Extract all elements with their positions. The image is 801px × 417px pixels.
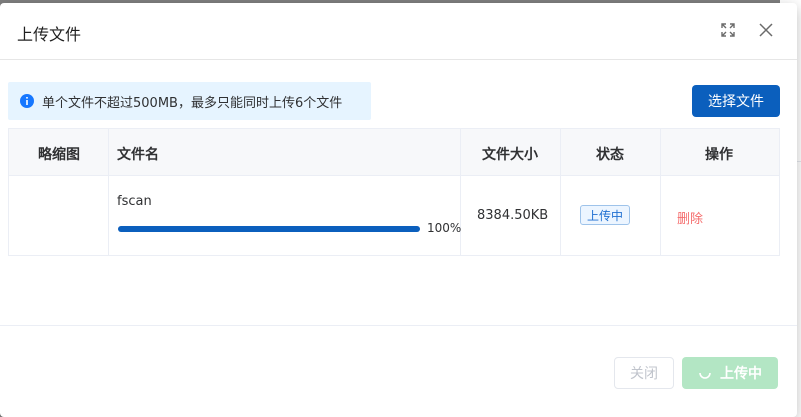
column-divider [560,129,561,255]
dialog-header: 上传文件 [0,3,797,60]
upload-button[interactable]: 上传中 [682,357,778,389]
close-button[interactable]: 关闭 [614,357,674,389]
upload-button-label: 上传中 [720,366,762,382]
file-size: 8384.50KB [477,208,549,223]
table-header: 略缩图 文件名 文件大小 状态 操作 [9,129,779,176]
info-icon [20,94,34,108]
choose-file-button[interactable]: 选择文件 [692,85,780,117]
close-icon[interactable] [757,21,775,39]
header-status: 状态 [596,147,624,163]
column-divider [460,129,461,255]
column-divider [108,129,109,255]
upload-dialog: 上传文件 单个文件不超过500MB，最多只能同时上传6个文件 选择文件 略缩图 … [0,3,797,417]
upload-notice: 单个文件不超过500MB，最多只能同时上传6个文件 [8,82,371,120]
column-divider [660,129,661,255]
fullscreen-icon[interactable] [719,21,737,39]
status-badge: 上传中 [580,205,630,225]
header-actions: 操作 [705,147,733,163]
upload-progress-bar [118,226,420,232]
upload-progress-fill [118,226,420,232]
header-file-name: 文件名 [117,147,159,163]
notice-text: 单个文件不超过500MB，最多只能同时上传6个文件 [42,96,343,111]
header-thumbnail: 略缩图 [38,147,80,163]
progress-percent: 100% [427,221,462,235]
file-name: fscan [117,194,152,209]
footer-divider [0,325,797,326]
upload-table: 略缩图 文件名 文件大小 状态 操作 fscan 100% 8384.50KB … [8,128,780,256]
loading-spinner-icon [699,372,711,379]
delete-button[interactable]: 删除 [677,208,703,227]
header-file-size: 文件大小 [482,147,538,163]
dialog-title: 上传文件 [17,25,82,44]
